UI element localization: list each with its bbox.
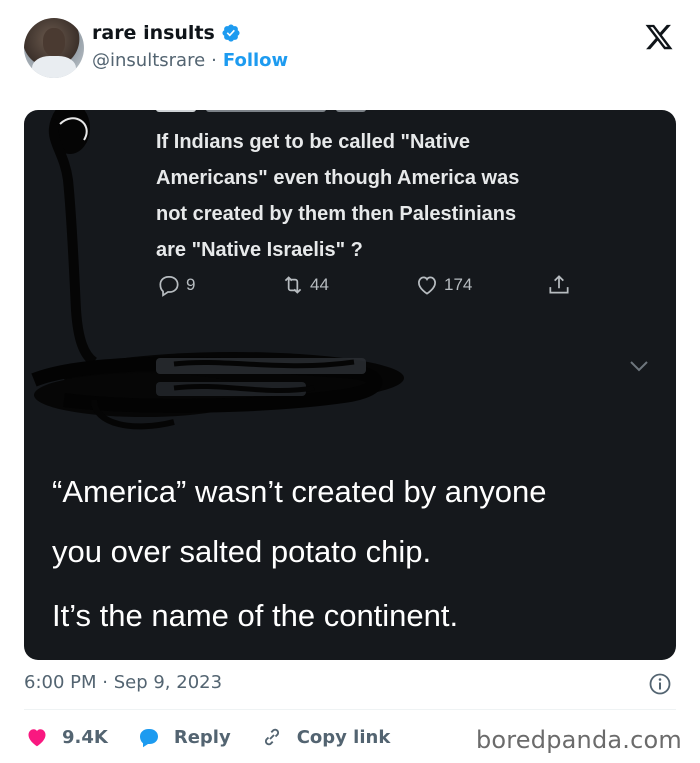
brand-watermark: boredpanda.com [475, 726, 682, 754]
follow-button[interactable]: Follow [223, 50, 288, 71]
x-logo-icon[interactable] [644, 22, 674, 52]
like-count: 9.4K [62, 726, 108, 748]
verified-badge-icon [222, 24, 240, 42]
like-button[interactable]: 9.4K [24, 725, 108, 749]
reply-button[interactable]: Reply [136, 725, 231, 749]
link-icon [264, 728, 279, 746]
reply-line: “America” wasn’t created by anyone [52, 474, 547, 509]
tweet-media-screenshot[interactable]: If Indians get to be called "Native Amer… [24, 110, 676, 660]
copy-link-label: Copy link [296, 726, 391, 748]
separator-dot: · [211, 50, 217, 71]
chat-bubble-icon [139, 729, 158, 748]
tweet-timestamp[interactable]: 6:00 PM · Sep 9, 2023 [24, 672, 222, 693]
divider [24, 709, 676, 710]
heart-icon [28, 729, 46, 747]
author-name-row: rare insults [92, 22, 241, 44]
copy-link-button[interactable]: Copy link [259, 725, 391, 749]
avatar[interactable] [24, 18, 84, 78]
chevron-down-icon[interactable] [628, 358, 650, 374]
tweet-header: rare insults @insultsrare · Follow [0, 0, 700, 100]
author-display-name[interactable]: rare insults [92, 22, 215, 44]
author-handle[interactable]: @insultsrare [92, 50, 205, 71]
reply-line: you over salted potato chip. [52, 534, 432, 569]
reply-label: Reply [173, 726, 231, 748]
author-handle-row: @insultsrare · Follow [92, 50, 288, 71]
reply-line: It’s the name of the continent. [52, 598, 459, 633]
redaction-scribble [31, 110, 404, 430]
reply-tweet-text: “America” wasn’t created by anyone you o… [52, 462, 662, 646]
info-icon[interactable] [648, 672, 672, 696]
avatar-shirt [32, 56, 76, 78]
tweet-footer: 9.4K Reply Copy link [24, 720, 418, 754]
avatar-face [43, 28, 65, 56]
